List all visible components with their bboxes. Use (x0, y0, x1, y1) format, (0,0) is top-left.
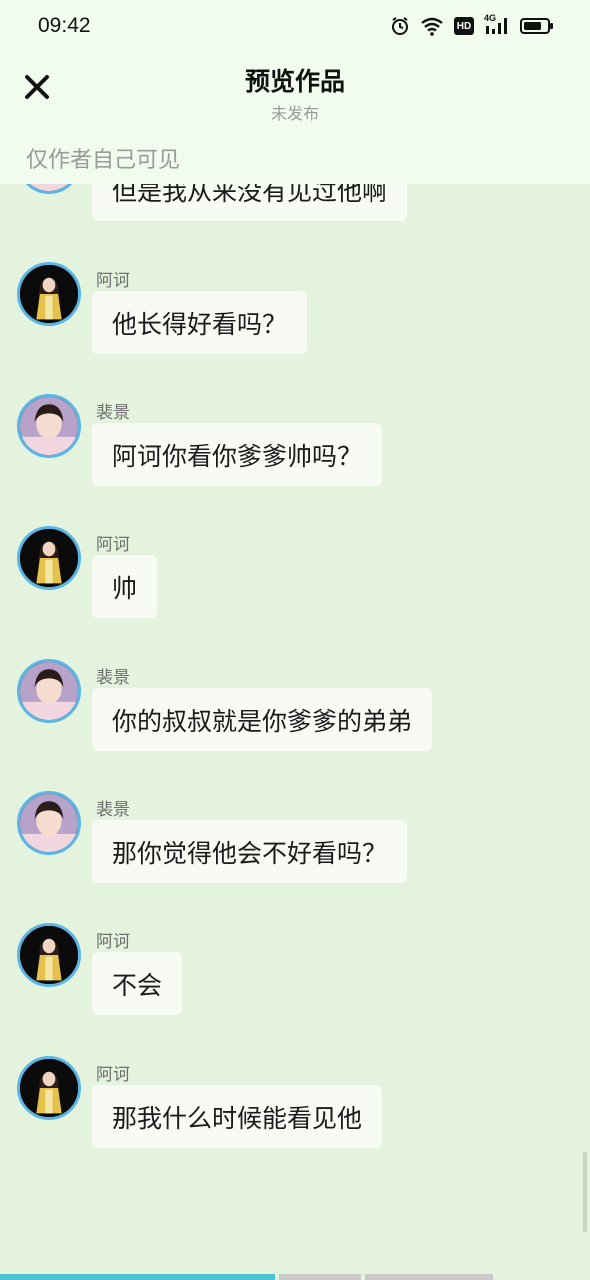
message-bubble: 他长得好看吗？ (92, 291, 308, 354)
header: 预览作品 未发布 仅作者自己可见 (0, 52, 590, 184)
avatar[interactable] (17, 923, 81, 987)
message-bubble: 那我什么时候能看见他 (92, 1085, 383, 1148)
avatar[interactable] (17, 791, 81, 855)
sender-name: 裴景 (96, 800, 130, 820)
signal-4g-icon: 4G (484, 13, 510, 36)
publish-status: 未发布 (270, 104, 319, 123)
progress-remaining (279, 1274, 361, 1280)
status-bar: 09:42 HD 4G (0, 0, 590, 52)
status-time: 09:42 (38, 14, 91, 37)
wifi-icon (420, 16, 444, 36)
avatar[interactable] (17, 1056, 81, 1120)
visibility-note: 仅作者自己可见 (26, 148, 181, 173)
hd-icon: HD (454, 17, 474, 35)
avatar[interactable] (17, 262, 81, 326)
sender-name: 裴景 (96, 668, 130, 688)
message-bubble: 阿诃你看你爹爹帅吗？ (92, 423, 383, 486)
sender-name: 阿诃 (96, 932, 130, 952)
playback-progress[interactable] (0, 1274, 590, 1280)
sender-name: 阿诃 (96, 271, 130, 291)
status-icons: HD 4G (390, 13, 554, 36)
sender-name: 阿诃 (96, 535, 130, 555)
chat-area[interactable]: 但是我从来没有见过他啊 阿诃 他长得好看吗？ 裴景 阿诃你看你爹爹帅吗？ 阿诃 … (0, 0, 590, 1280)
scrollbar-thumb[interactable] (583, 1152, 587, 1232)
message-bubble: 那你觉得他会不好看吗？ (92, 820, 408, 883)
alarm-icon (390, 16, 410, 36)
message-bubble: 帅 (92, 555, 158, 618)
message-bubble: 你的叔叔就是你爹爹的弟弟 (92, 688, 433, 751)
battery-icon (520, 17, 554, 35)
sender-name: 裴景 (96, 403, 130, 423)
avatar[interactable] (17, 659, 81, 723)
sender-name: 阿诃 (96, 1065, 130, 1085)
avatar[interactable] (17, 394, 81, 458)
message-bubble: 不会 (92, 952, 183, 1015)
progress-remaining (365, 1274, 493, 1280)
avatar[interactable] (17, 526, 81, 590)
page-title: 预览作品 (244, 67, 345, 96)
progress-played (0, 1274, 275, 1280)
